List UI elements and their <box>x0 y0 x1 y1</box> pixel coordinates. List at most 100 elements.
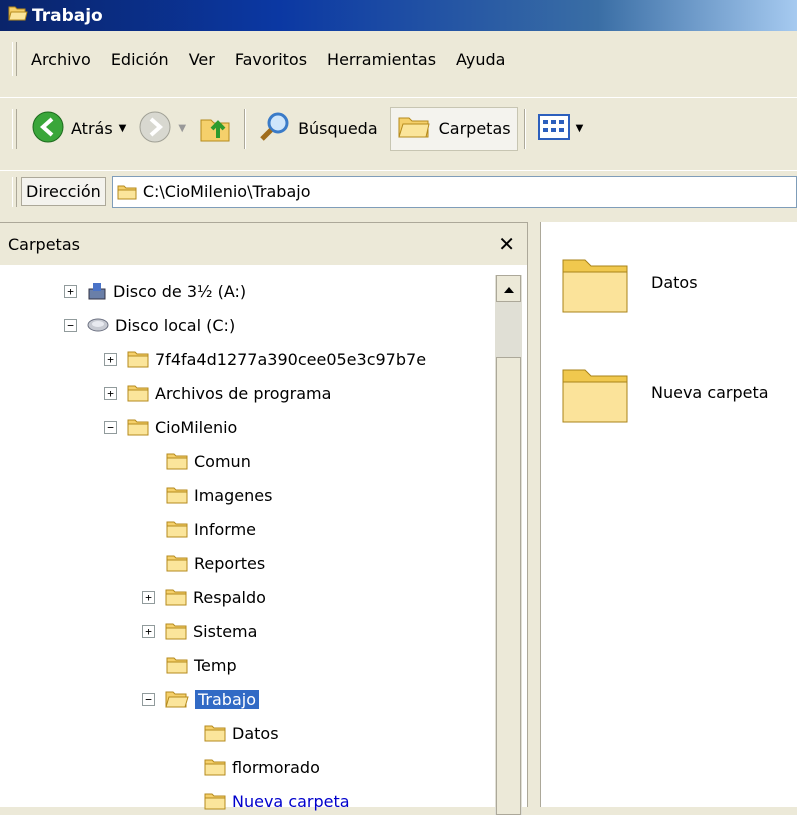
chevron-down-icon[interactable]: ▼ <box>576 123 584 134</box>
tree-item[interactable]: − Disco local (C:) <box>64 309 235 341</box>
up-folder-button[interactable] <box>192 107 238 151</box>
chevron-down-icon[interactable]: ▼ <box>178 123 186 134</box>
folder-icon <box>166 452 188 470</box>
tree-item[interactable]: Comun <box>166 445 251 477</box>
tree-label: Disco local (C:) <box>115 315 236 335</box>
open-folder-icon <box>8 4 28 27</box>
chevron-down-icon[interactable]: ▼ <box>119 123 127 134</box>
folder-icon <box>165 622 187 640</box>
forward-button[interactable]: ▼ <box>132 107 192 151</box>
tree-label: Datos <box>232 723 279 743</box>
tree-item[interactable]: Nueva carpeta <box>204 785 350 815</box>
window-title: Trabajo <box>32 5 103 26</box>
folder-icon <box>117 184 137 200</box>
folders-panel: Carpetas ✕ + Disco de 3½ (A:) − Disco lo… <box>0 222 528 815</box>
folder-icon <box>127 350 149 368</box>
folder-icon <box>204 758 226 776</box>
collapse-icon[interactable]: − <box>142 692 155 706</box>
menu-bar: Archivo Edición Ver Favoritos Herramient… <box>0 31 797 87</box>
tree-label: Reportes <box>194 553 266 573</box>
tree-item[interactable]: Informe <box>166 513 256 545</box>
vertical-scrollbar[interactable] <box>495 275 522 815</box>
tree-label: Respaldo <box>193 587 266 607</box>
tree-item[interactable]: Temp <box>166 649 237 681</box>
folder-icon <box>166 656 188 674</box>
tree-item[interactable]: + Sistema <box>142 615 257 647</box>
tree-label: Comun <box>194 451 251 471</box>
content-item-label: Nueva carpeta <box>651 382 769 402</box>
tree-item[interactable]: Imagenes <box>166 479 272 511</box>
menu-grip[interactable] <box>12 42 17 76</box>
close-icon[interactable]: ✕ <box>498 232 515 256</box>
large-folder-icon <box>559 352 631 432</box>
tree-label: 7f4fa4d1277a390cee05e3c97b7e <box>155 349 427 369</box>
tree-item[interactable]: + Disco de 3½ (A:) <box>64 275 246 307</box>
tree-label: flormorado <box>232 757 320 777</box>
menu-edicion[interactable]: Edición <box>111 50 169 69</box>
address-label: Dirección <box>21 177 106 206</box>
toolbar-separator <box>244 108 247 149</box>
tree-label: Trabajo <box>195 689 259 709</box>
toolbar-grip[interactable] <box>12 108 17 149</box>
back-button[interactable]: Atrás ▼ <box>25 107 132 151</box>
tree-item[interactable]: − CioMilenio <box>104 411 237 443</box>
scroll-thumb[interactable] <box>496 357 521 815</box>
expand-icon[interactable]: + <box>104 352 117 366</box>
folder-icon <box>127 384 149 402</box>
address-input[interactable]: C:\CioMilenio\Trabajo <box>111 175 797 208</box>
expand-icon[interactable]: + <box>64 284 77 298</box>
tree-item[interactable]: flormorado <box>204 751 320 783</box>
tree-label: CioMilenio <box>155 417 238 437</box>
address-value: C:\CioMilenio\Trabajo <box>142 182 311 201</box>
tree-item[interactable]: + Respaldo <box>142 581 266 613</box>
expand-icon[interactable]: + <box>104 386 117 400</box>
standard-toolbar: Atrás ▼ ▼ Búsqueda Carpetas ▼ <box>0 97 797 159</box>
back-arrow-icon <box>31 110 65 148</box>
address-grip[interactable] <box>12 176 17 207</box>
menu-herramientas[interactable]: Herramientas <box>327 50 436 69</box>
menu-ver[interactable]: Ver <box>189 50 215 69</box>
tree-label: Archivos de programa <box>155 383 332 403</box>
folder-tree: + Disco de 3½ (A:) − Disco local (C:) + … <box>0 275 495 815</box>
open-folder-icon <box>165 690 189 708</box>
folder-icon <box>165 588 187 606</box>
folders-icon <box>397 110 433 148</box>
search-icon <box>258 110 292 148</box>
folder-icon <box>127 418 149 436</box>
collapse-icon[interactable]: − <box>64 318 77 332</box>
tree-item[interactable]: Reportes <box>166 547 265 579</box>
tree-label: Imagenes <box>194 485 273 505</box>
menu-archivo[interactable]: Archivo <box>31 50 91 69</box>
expand-icon[interactable]: + <box>142 590 155 604</box>
expand-icon[interactable]: + <box>142 624 155 638</box>
address-bar: Dirección C:\CioMilenio\Trabajo <box>0 170 797 212</box>
hard-drive-icon <box>87 318 109 332</box>
menu-favoritos[interactable]: Favoritos <box>235 50 307 69</box>
up-arrow-icon <box>503 279 515 298</box>
toolbar-separator <box>523 108 526 149</box>
views-button[interactable]: ▼ <box>532 107 590 151</box>
title-bar[interactable]: Trabajo <box>0 0 797 31</box>
tree-label: Informe <box>194 519 257 539</box>
folder-icon <box>204 792 226 810</box>
collapse-icon[interactable]: − <box>104 420 117 434</box>
content-item-datos[interactable]: Datos <box>559 242 698 322</box>
up-folder-icon <box>198 110 232 148</box>
folders-button[interactable]: Carpetas <box>389 106 518 151</box>
content-item-nueva-carpeta[interactable]: Nueva carpeta <box>559 352 769 432</box>
folder-icon <box>166 486 188 504</box>
back-label: Atrás <box>71 119 113 138</box>
folders-panel-header: Carpetas ✕ <box>0 223 527 266</box>
tree-item[interactable]: Datos <box>204 717 279 749</box>
menu-ayuda[interactable]: Ayuda <box>456 50 505 69</box>
folder-icon <box>166 520 188 538</box>
tree-label: Temp <box>194 655 237 675</box>
scroll-up-button[interactable] <box>496 275 521 302</box>
tree-item-selected[interactable]: − Trabajo <box>142 683 259 715</box>
floppy-icon <box>87 281 107 301</box>
tree-item[interactable]: + 7f4fa4d1277a390cee05e3c97b7e <box>104 343 426 375</box>
tree-item[interactable]: + Archivos de programa <box>104 377 331 409</box>
tree-label: Disco de 3½ (A:) <box>113 281 247 301</box>
search-button[interactable]: Búsqueda <box>252 107 384 151</box>
folders-label: Carpetas <box>438 119 511 138</box>
